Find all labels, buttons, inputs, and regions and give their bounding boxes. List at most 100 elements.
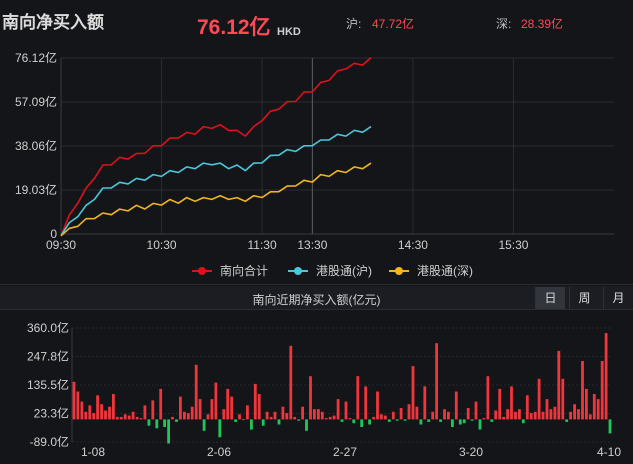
daily-bar	[123, 414, 127, 420]
daily-bar	[561, 378, 565, 420]
daily-bar	[269, 416, 273, 420]
x-tick-label: 2-27	[333, 445, 357, 459]
daily-bar	[478, 419, 482, 430]
daily-bar	[242, 419, 245, 421]
daily-bar	[592, 394, 596, 420]
daily-bar	[253, 383, 257, 420]
daily-bar	[214, 382, 218, 420]
daily-bar	[486, 376, 490, 420]
shanghai-label: 沪:	[346, 17, 362, 31]
daily-bar	[163, 419, 166, 427]
legend-item-shenzhen[interactable]: 港股通(深)	[389, 262, 473, 279]
daily-bar	[96, 395, 99, 420]
shanghai-value: 47.72亿	[372, 17, 415, 31]
divider	[0, 284, 633, 285]
daily-bar	[265, 411, 269, 420]
daily-bar	[565, 419, 569, 422]
daily-bar	[222, 409, 226, 420]
daily-bar	[336, 399, 340, 420]
daily-bar	[115, 416, 119, 420]
daily-bar	[320, 411, 324, 420]
daily-bar	[190, 406, 194, 420]
daily-bar	[498, 388, 502, 420]
daily-bar	[494, 410, 498, 420]
y-tick-label: 360.0亿	[27, 320, 69, 335]
daily-bar	[135, 416, 139, 420]
daily-bar	[285, 413, 289, 420]
y-tick-label: 57.09亿	[15, 94, 57, 109]
shenzhen-label: 深:	[496, 17, 512, 31]
daily-bar	[474, 401, 478, 420]
daily-bar	[257, 394, 261, 420]
daily-bar	[573, 404, 576, 420]
daily-bar	[226, 388, 230, 420]
daily-bar	[147, 419, 151, 426]
daily-bar	[230, 396, 234, 420]
daily-bar	[151, 400, 155, 420]
y-tick-label: 23.3亿	[34, 406, 69, 421]
daily-bar	[250, 419, 253, 430]
period-bar: 南向近期净买入额(亿元) 日 周 月	[0, 286, 633, 310]
daily-bar	[364, 386, 368, 420]
daily-bar	[301, 406, 304, 420]
daily-bar	[80, 401, 84, 420]
daily-bar	[202, 419, 206, 431]
daily-bar	[384, 415, 387, 420]
daily-bar	[246, 405, 249, 420]
daily-bar	[431, 411, 435, 420]
daily-bar	[179, 396, 182, 420]
series-line-3	[60, 162, 372, 237]
daily-bar	[454, 391, 458, 420]
daily-bar	[585, 388, 588, 420]
daily-bar	[108, 406, 111, 420]
chart-legend: 南向合计 港股通(沪) 港股通(深)	[0, 262, 633, 280]
daily-bar	[234, 419, 237, 422]
x-tick-label: 11:30	[248, 238, 277, 252]
daily-bar	[514, 411, 517, 420]
daily-bar	[399, 408, 403, 420]
daily-bar	[447, 411, 450, 420]
daily-bar	[391, 411, 395, 420]
y-tick-label: 19.03亿	[15, 182, 57, 197]
legend-item-total[interactable]: 南向合计	[192, 262, 268, 279]
daily-bar	[332, 415, 336, 420]
daily-bar	[510, 386, 513, 420]
tab-week[interactable]: 周	[569, 287, 599, 309]
daily-bar	[380, 414, 383, 420]
daily-bar	[206, 414, 210, 420]
daily-bar	[281, 406, 285, 420]
daily-bar	[403, 419, 407, 421]
daily-bar	[466, 408, 470, 420]
daily-bar	[119, 416, 123, 420]
legend-item-shanghai[interactable]: 港股通(沪)	[288, 262, 372, 279]
legend-swatch	[389, 266, 409, 275]
daily-bar	[557, 350, 561, 420]
daily-bar	[462, 419, 466, 424]
daily-bar	[175, 419, 178, 422]
daily-bar	[435, 343, 438, 420]
x-tick-label: 10:30	[147, 238, 177, 252]
daily-bar	[506, 409, 509, 420]
daily-bar	[127, 415, 131, 420]
daily-bar	[549, 409, 553, 420]
x-tick-label: 09:30	[46, 238, 76, 252]
daily-bar	[581, 361, 584, 420]
daily-bar	[521, 419, 525, 424]
tab-month[interactable]: 月	[603, 287, 633, 309]
daily-bar	[407, 404, 411, 420]
currency-unit: HKD	[277, 26, 301, 38]
tab-day[interactable]: 日	[535, 287, 565, 309]
daily-bar	[553, 406, 557, 420]
daily-bar	[604, 333, 608, 420]
daily-bar	[419, 419, 423, 425]
x-tick-label: 4-10	[597, 445, 621, 459]
daily-bar	[139, 418, 143, 420]
daily-bar	[340, 419, 344, 422]
daily-bar	[360, 419, 364, 427]
daily-bar	[352, 419, 356, 424]
y-tick-label: 135.5亿	[27, 377, 69, 392]
daily-bar	[171, 416, 174, 420]
daily-bar-chart[interactable]: 360.0亿 247.8亿 135.5亿 23.3亿 -89.0亿 1-08 2-06 2-2…	[0, 311, 633, 464]
daily-bar	[415, 406, 419, 420]
daily-bar	[305, 419, 308, 431]
